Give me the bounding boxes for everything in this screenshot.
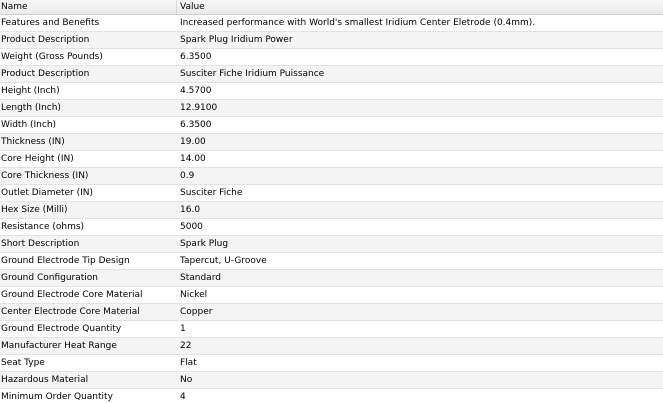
table-row[interactable]: Seat Type Flat — [0, 355, 663, 372]
table-row[interactable]: Outlet Diameter (IN) Susciter Fiche — [0, 185, 663, 202]
table-row[interactable]: Ground Electrode Core Material Nickel — [0, 287, 663, 304]
row-value: 12.9100 — [180, 103, 218, 113]
table-row[interactable]: Hazardous Material No — [0, 372, 663, 389]
table-row[interactable]: Thickness (IN) 19.00 — [0, 134, 663, 151]
row-name: Center Electrode Core Material — [1, 307, 140, 317]
row-value: Standard — [180, 273, 221, 283]
row-name: Product Description — [1, 35, 90, 45]
column-divider[interactable] — [176, 0, 177, 14]
row-name: Resistance (ohms) — [1, 222, 85, 232]
row-value: 4 — [180, 392, 186, 402]
table-row[interactable]: Core Thickness (IN) 0.9 — [0, 168, 663, 185]
row-name: Short Description — [1, 239, 80, 249]
table-row[interactable]: Weight (Gross Pounds) 6.3500 — [0, 49, 663, 66]
table-row[interactable]: Length (Inch) 12.9100 — [0, 100, 663, 117]
row-value: Spark Plug — [180, 239, 229, 249]
row-value: 4.5700 — [180, 86, 212, 96]
row-name: Width (Inch) — [1, 120, 57, 130]
row-value: Copper — [180, 307, 213, 317]
row-value: No — [180, 375, 193, 385]
table-row[interactable]: Width (Inch) 6.3500 — [0, 117, 663, 134]
table-row[interactable]: Resistance (ohms) 5000 — [0, 219, 663, 236]
row-name: Ground Electrode Core Material — [1, 290, 143, 300]
row-name: Hex Size (Milli) — [1, 205, 68, 215]
table-row[interactable]: Core Height (IN) 14.00 — [0, 151, 663, 168]
row-name: Ground Configuration — [1, 273, 99, 283]
table-row[interactable]: Center Electrode Core Material Copper — [0, 304, 663, 321]
table-row[interactable]: Height (Inch) 4.5700 — [0, 83, 663, 100]
row-value: 6.3500 — [180, 120, 212, 130]
table-row[interactable]: Product Description Spark Plug Iridium Po… — [0, 32, 663, 49]
row-value: 19.00 — [180, 137, 206, 147]
table-row[interactable]: Ground Electrode Quantity 1 — [0, 321, 663, 338]
row-name: Thickness (IN) — [1, 137, 65, 147]
row-value: 6.3500 — [180, 52, 212, 62]
table-body: Features and Benefits Increased performan… — [0, 15, 663, 403]
table-row[interactable]: Minimum Order Quantity 4 — [0, 389, 663, 403]
row-value: Spark Plug Iridium Power — [180, 35, 293, 45]
row-value: 22 — [180, 341, 192, 351]
row-name: Length (Inch) — [1, 103, 61, 113]
row-value: Nickel — [180, 290, 208, 300]
table-row[interactable]: Features and Benefits Increased performan… — [0, 15, 663, 32]
table-row[interactable]: Short Description Spark Plug — [0, 236, 663, 253]
row-name: Ground Electrode Quantity — [1, 324, 122, 334]
row-value: 0.9 — [180, 171, 195, 181]
row-name: Features and Benefits — [1, 18, 100, 28]
row-name: Weight (Gross Pounds) — [1, 52, 103, 62]
row-name: Manufacturer Heat Range — [1, 341, 117, 351]
spec-table: Name Value Features and Benefits Increase… — [0, 0, 663, 403]
row-name: Ground Electrode Tip Design — [1, 256, 130, 266]
row-name: Hazardous Material — [1, 375, 89, 385]
row-value: 14.00 — [180, 154, 206, 164]
row-name: Product Description — [1, 69, 90, 79]
table-row[interactable]: Ground Electrode Tip Design Tapercut, U-G… — [0, 253, 663, 270]
row-name: Minimum Order Quantity — [1, 392, 113, 402]
row-name: Core Thickness (IN) — [1, 171, 89, 181]
column-header-name[interactable]: Name — [1, 2, 28, 12]
row-value: 1 — [180, 324, 186, 334]
row-name: Core Height (IN) — [1, 154, 74, 164]
row-name: Height (Inch) — [1, 86, 60, 96]
row-value: Increased performance with World's small… — [180, 18, 536, 28]
table-header: Name Value — [0, 0, 663, 15]
column-header-value[interactable]: Value — [180, 2, 205, 12]
table-row[interactable]: Manufacturer Heat Range 22 — [0, 338, 663, 355]
table-row[interactable]: Ground Configuration Standard — [0, 270, 663, 287]
table-row[interactable]: Hex Size (Milli) 16.0 — [0, 202, 663, 219]
row-value: Tapercut, U-Groove — [180, 256, 267, 266]
row-value: Susciter Fiche Iridium Puissance — [180, 69, 325, 79]
row-value: Flat — [180, 358, 197, 368]
row-value: 16.0 — [180, 205, 201, 215]
row-value: Susciter Fiche — [180, 188, 243, 198]
row-name: Seat Type — [1, 358, 45, 368]
row-name: Outlet Diameter (IN) — [1, 188, 94, 198]
row-value: 5000 — [180, 222, 203, 232]
table-row[interactable]: Product Description Susciter Fiche Iridiu… — [0, 66, 663, 83]
